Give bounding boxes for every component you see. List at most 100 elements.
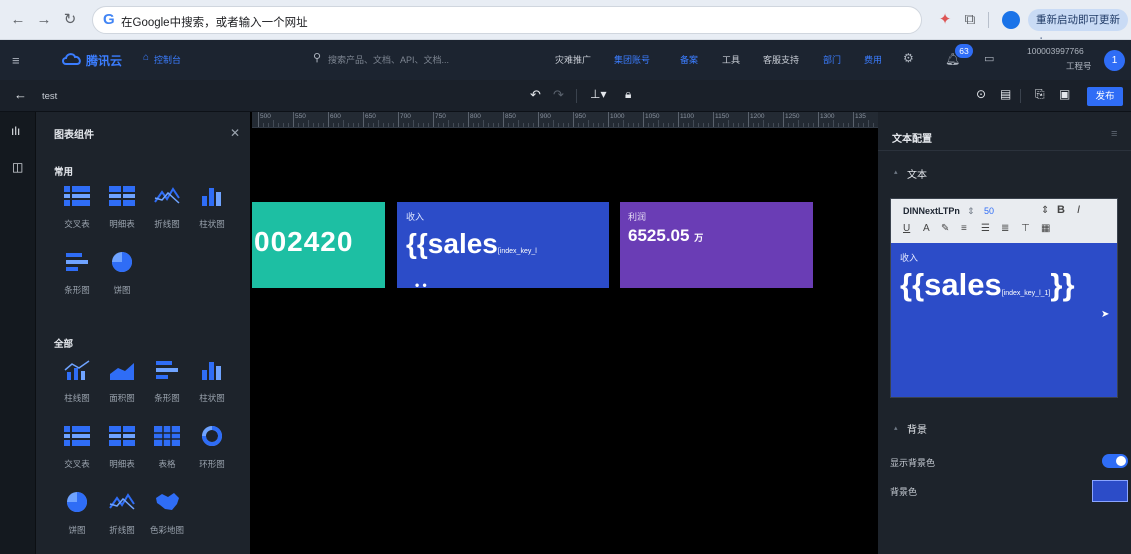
italic-icon[interactable]: I xyxy=(1077,204,1080,216)
extension-icon[interactable]: ✦ xyxy=(935,10,955,30)
layout-icon[interactable]: ▤ xyxy=(1000,87,1011,101)
nav-link-3[interactable]: 工具 xyxy=(722,53,740,66)
collapse-icon[interactable]: ▴ xyxy=(894,424,898,432)
brand-name[interactable]: 腾讯云 xyxy=(86,52,122,69)
ruler-minor-tick xyxy=(873,123,874,127)
bold-icon[interactable]: B xyxy=(1057,204,1065,216)
background-color-swatch[interactable] xyxy=(1092,480,1128,502)
ruler-label: 1200 xyxy=(750,113,765,120)
restart-update-button[interactable]: 重新启动即可更新 ⋮ xyxy=(1028,9,1128,48)
settings-icon[interactable]: ⚙ xyxy=(903,51,914,65)
ruler-tick xyxy=(678,112,679,127)
close-icon[interactable]: ✕ xyxy=(230,126,240,140)
nav-link-4[interactable]: 客服支持 xyxy=(763,53,799,66)
nav-link-2[interactable]: 备案 xyxy=(680,53,698,66)
profile-icon[interactable] xyxy=(1002,11,1020,29)
google-icon: G xyxy=(103,11,115,28)
undo-icon[interactable]: ↶ xyxy=(530,87,541,103)
component-label: 表格 xyxy=(158,459,176,469)
ruler-minor-tick xyxy=(353,123,354,127)
nav-link-1[interactable]: 集团账号 xyxy=(614,53,650,66)
kpi-card-sales[interactable]: 收入 {{sales[index_key_l • • xyxy=(397,202,609,292)
redo-icon[interactable]: ↷ xyxy=(553,87,564,103)
area-chart-icon xyxy=(107,358,137,384)
underline-icon[interactable]: U xyxy=(903,223,910,234)
show-background-toggle[interactable] xyxy=(1102,454,1128,468)
common-component-3[interactable]: 柱状图 xyxy=(189,184,235,240)
address-bar[interactable]: G 在Google中搜索，或者输入一个网址 xyxy=(92,6,922,34)
all-component-10[interactable]: 色彩地图 xyxy=(144,490,190,546)
list-icon[interactable]: ☰ xyxy=(981,223,990,234)
ruler-minor-tick xyxy=(378,120,379,127)
global-search-input[interactable]: 搜索产品、文档、API、文档... xyxy=(328,53,449,66)
forward-arrow-icon[interactable]: → xyxy=(34,10,54,30)
common-component-1[interactable]: 明细表 xyxy=(99,184,145,240)
puzzle-icon[interactable]: ⧉ xyxy=(960,10,980,30)
nav-link-5[interactable]: 部门 xyxy=(823,53,841,66)
font-size-input[interactable]: 50 xyxy=(984,206,994,216)
all-component-6[interactable]: 表格 xyxy=(144,424,190,480)
align-icon[interactable]: ⊥▾ xyxy=(590,87,606,101)
image-icon[interactable]: ▦ xyxy=(1041,223,1050,234)
rich-text-editor[interactable]: DINNextLTPn ⇕ 50 ⇕ B I U A ✎ ≡ ☰ ≣ ⊤ ▦ 收… xyxy=(890,198,1118,398)
hbar-chart-icon xyxy=(62,250,92,276)
reload-icon[interactable]: ↻ xyxy=(60,10,80,30)
back-arrow-icon[interactable]: ← xyxy=(14,87,27,102)
ruler-minor-tick xyxy=(508,123,509,127)
layout-icon[interactable]: ◫ xyxy=(12,160,23,174)
ruler-minor-tick xyxy=(738,123,739,127)
all-component-1[interactable]: 面积图 xyxy=(99,358,145,414)
font-family-select[interactable]: DINNextLTPn xyxy=(903,206,960,216)
kpi-card-total[interactable]: 002420 xyxy=(252,202,385,288)
menu-icon[interactable]: ≡ xyxy=(1111,128,1117,140)
common-component-4[interactable]: 条形图 xyxy=(54,250,100,306)
editor-content[interactable]: 收入 {{sales[index_key_l_1]}} ➤ xyxy=(891,243,1117,397)
ruler-minor-tick xyxy=(513,123,514,127)
all-component-3[interactable]: 柱状图 xyxy=(189,358,235,414)
ruler-minor-tick xyxy=(603,123,604,127)
common-component-2[interactable]: 折线图 xyxy=(144,184,190,240)
ruler-minor-tick xyxy=(403,123,404,127)
ruler-minor-tick xyxy=(563,123,564,127)
font-color-icon[interactable]: A xyxy=(923,223,930,234)
console-link[interactable]: 控制台 xyxy=(154,53,181,66)
save-icon[interactable]: ▣ xyxy=(1059,87,1070,101)
text-section-title: 文本 xyxy=(907,170,927,181)
dashboard-canvas[interactable]: 002420 收入 {{sales[index_key_l • • 利润 652… xyxy=(252,128,878,554)
ruler-minor-tick xyxy=(593,123,594,127)
align-center-icon[interactable]: ≣ xyxy=(1001,223,1009,234)
nav-link-0[interactable]: 灾难推广 xyxy=(555,53,591,66)
kpi-card-profit[interactable]: 利润 6525.05 万 xyxy=(620,202,813,288)
ruler-minor-tick xyxy=(708,123,709,127)
overflow-text: • • xyxy=(415,278,427,292)
nav-link-6[interactable]: 费用 xyxy=(864,53,882,66)
preview-icon[interactable]: ⊙ xyxy=(976,87,986,101)
all-component-7[interactable]: 环形图 xyxy=(189,424,235,480)
kpi-label: 利润 xyxy=(628,212,647,222)
align-left-icon[interactable]: ≡ xyxy=(961,223,967,234)
all-component-8[interactable]: 饼图 xyxy=(54,490,100,546)
collapse-icon[interactable]: ▴ xyxy=(894,168,898,176)
avatar[interactable]: 1 xyxy=(1104,50,1125,71)
all-component-2[interactable]: 条形图 xyxy=(144,358,190,414)
export-icon[interactable]: ⎘ xyxy=(1035,87,1045,102)
common-component-0[interactable]: 交叉表 xyxy=(54,184,100,240)
component-label: 环形图 xyxy=(199,459,225,469)
lock-icon[interactable]: 🔒︎ xyxy=(625,87,631,102)
chart-components-icon[interactable]: ılı xyxy=(11,124,20,138)
font-size-stepper-icon[interactable]: ⇕ xyxy=(1041,205,1049,216)
hamburger-menu-icon[interactable]: ≡ xyxy=(12,53,20,68)
all-component-5[interactable]: 明细表 xyxy=(99,424,145,480)
all-component-9[interactable]: 折线图 xyxy=(99,490,145,546)
publish-button[interactable]: 发布 xyxy=(1087,87,1123,106)
common-component-5[interactable]: 饼图 xyxy=(99,250,145,306)
message-icon[interactable]: ▭ xyxy=(984,52,994,65)
all-component-0[interactable]: 柱线图 xyxy=(54,358,100,414)
vertical-align-icon[interactable]: ⊤ xyxy=(1021,223,1030,234)
ruler-label: 550 xyxy=(295,113,306,120)
left-rail: ılı ◫ xyxy=(0,112,36,554)
back-arrow-icon[interactable]: ← xyxy=(8,10,28,30)
font-family-dropdown-icon[interactable]: ⇕ xyxy=(967,206,975,217)
highlight-icon[interactable]: ✎ xyxy=(941,223,949,234)
all-component-4[interactable]: 交叉表 xyxy=(54,424,100,480)
